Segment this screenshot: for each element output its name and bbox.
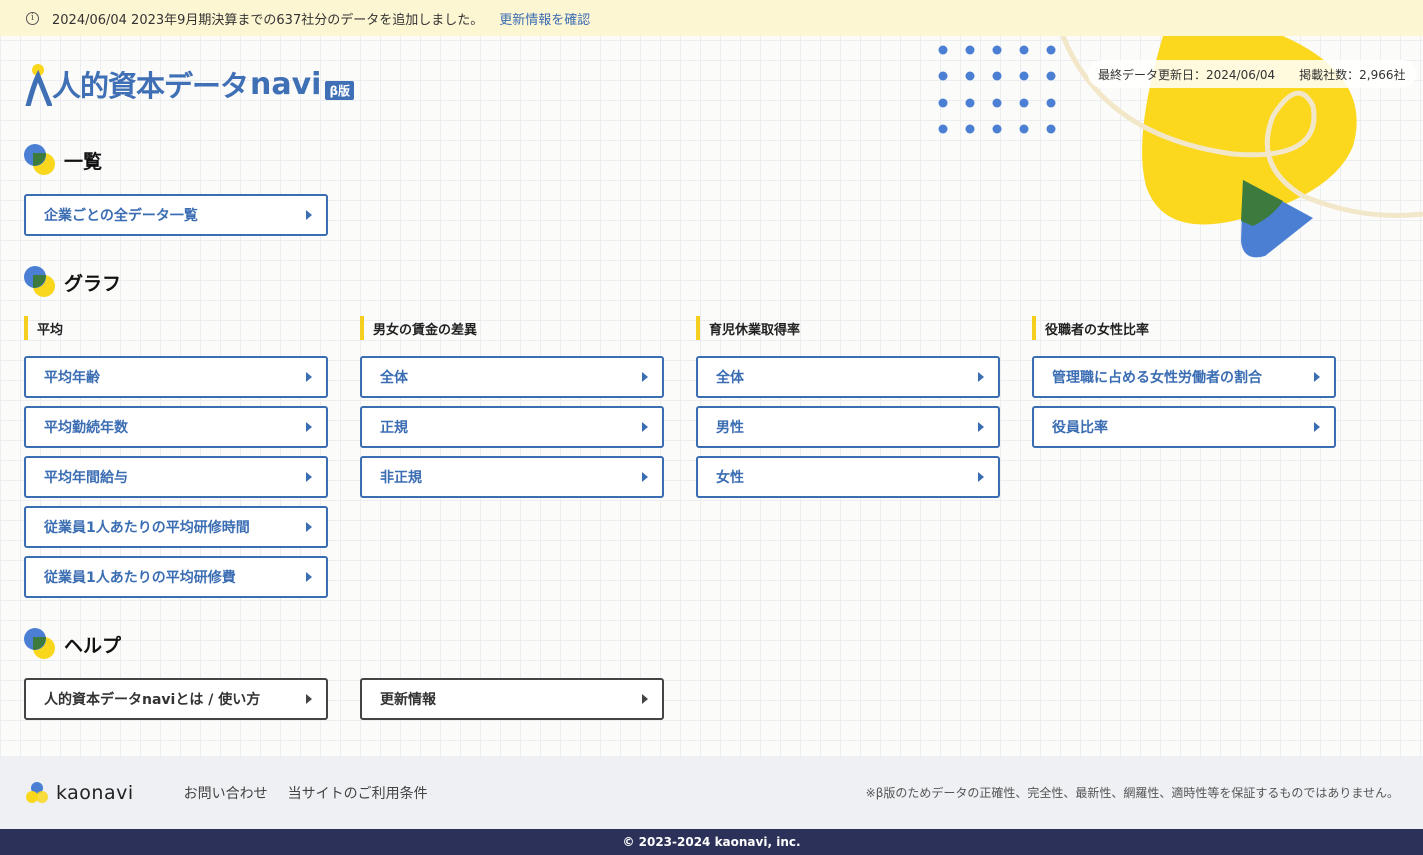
arrow-right-icon xyxy=(306,572,312,582)
arrow-right-icon xyxy=(1314,372,1320,382)
company-count: 掲載社数：2,966社 xyxy=(1299,67,1406,82)
button-label: 人的資本データnaviとは / 使い方 xyxy=(44,692,261,708)
childcare-leave-female-button[interactable]: 女性 xyxy=(696,456,1000,498)
arrow-right-icon xyxy=(642,372,648,382)
arrow-right-icon xyxy=(306,522,312,532)
section-title-help: ヘルプ xyxy=(24,628,121,660)
notice-update-link[interactable]: 更新情報を確認 xyxy=(499,9,590,28)
section-title-list: 一覧 xyxy=(24,144,102,176)
wage-gap-non-regular-button[interactable]: 非正規 xyxy=(360,456,664,498)
column-heading-wage-gap: 男女の賃金の差異 xyxy=(360,316,477,340)
terms-link[interactable]: 当サイトのご利用条件 xyxy=(288,783,428,803)
footer: kaonavi お問い合わせ 当サイトのご利用条件 ※β版のためデータの正確性、… xyxy=(0,756,1423,829)
all-company-data-button[interactable]: 企業ごとの全データ一覧 xyxy=(24,194,328,236)
section-title-graph: グラフ xyxy=(24,266,121,298)
arrow-right-icon xyxy=(978,372,984,382)
logo-navi: navi xyxy=(250,66,322,102)
column-heading-female-managers: 役職者の女性比率 xyxy=(1032,316,1149,340)
button-label: 更新情報 xyxy=(380,692,436,708)
button-label: 従業員1人あたりの平均研修費 xyxy=(44,570,236,586)
section-title-text: 一覧 xyxy=(64,150,103,173)
section-title-text: ヘルプ xyxy=(64,634,122,657)
average-tenure-button[interactable]: 平均勤続年数 xyxy=(24,406,328,448)
section-title-text: グラフ xyxy=(64,272,122,295)
arrow-right-icon xyxy=(306,372,312,382)
about-how-to-button[interactable]: 人的資本データnaviとは / 使い方 xyxy=(24,678,328,720)
button-label: 全体 xyxy=(380,370,408,386)
arrow-right-icon xyxy=(642,694,648,704)
update-status: 最終データ更新日：2024/06/04 掲載社数：2,966社 xyxy=(1088,60,1416,88)
site-logo[interactable]: 人的資本データ navi β版 xyxy=(24,62,355,106)
button-label: 全体 xyxy=(716,370,744,386)
arrow-right-icon xyxy=(978,472,984,482)
section-mark-icon xyxy=(24,628,56,660)
wage-gap-all-button[interactable]: 全体 xyxy=(360,356,664,398)
button-label: 役員比率 xyxy=(1052,420,1108,436)
kaonavi-logo-icon xyxy=(26,781,48,803)
button-label: 正規 xyxy=(380,420,408,436)
training-hours-button[interactable]: 従業員1人あたりの平均研修時間 xyxy=(24,506,328,548)
logo-text: 人的資本データ xyxy=(52,69,249,103)
notice-bar: i 2024/06/04 2023年9月期決算までの637社分のデータを追加しま… xyxy=(0,0,1423,36)
executive-ratio-button[interactable]: 役員比率 xyxy=(1032,406,1336,448)
update-info-button[interactable]: 更新情報 xyxy=(360,678,664,720)
arrow-right-icon xyxy=(306,422,312,432)
section-mark-icon xyxy=(24,144,56,176)
button-label: 非正規 xyxy=(380,470,422,486)
average-age-button[interactable]: 平均年齢 xyxy=(24,356,328,398)
childcare-leave-male-button[interactable]: 男性 xyxy=(696,406,1000,448)
kaonavi-brand-text: kaonavi xyxy=(56,781,134,804)
button-label: 平均年間給与 xyxy=(44,470,128,486)
column-heading-childcare-leave: 育児休業取得率 xyxy=(696,316,800,340)
button-label: 従業員1人あたりの平均研修時間 xyxy=(44,520,250,536)
button-label: 平均年齢 xyxy=(44,370,100,386)
copyright-bar: © 2023-2024 kaonavi, inc. xyxy=(0,829,1423,855)
button-label: 平均勤続年数 xyxy=(44,420,128,436)
arrow-right-icon xyxy=(1314,422,1320,432)
arrow-right-icon xyxy=(978,422,984,432)
dot-grid-decoration xyxy=(938,45,1056,134)
female-managers-ratio-button[interactable]: 管理職に占める女性労働者の割合 xyxy=(1032,356,1336,398)
button-label: 男性 xyxy=(716,420,744,436)
kaonavi-logo[interactable]: kaonavi xyxy=(24,780,134,806)
arrow-right-icon xyxy=(306,210,312,220)
arrow-right-icon xyxy=(306,472,312,482)
childcare-leave-all-button[interactable]: 全体 xyxy=(696,356,1000,398)
arrow-right-icon xyxy=(642,422,648,432)
section-mark-icon xyxy=(24,266,56,298)
disclaimer-text: ※β版のためデータの正確性、完全性、最新性、網羅性、適時性等を保証するものではあ… xyxy=(865,786,1399,800)
beta-badge: β版 xyxy=(325,80,355,100)
column-heading-average: 平均 xyxy=(24,316,63,340)
arrow-right-icon xyxy=(306,694,312,704)
button-label: 女性 xyxy=(716,470,744,486)
average-salary-button[interactable]: 平均年間給与 xyxy=(24,456,328,498)
logo-person-icon xyxy=(25,64,52,106)
wage-gap-regular-button[interactable]: 正規 xyxy=(360,406,664,448)
arrow-right-icon xyxy=(642,472,648,482)
training-cost-button[interactable]: 従業員1人あたりの平均研修費 xyxy=(24,556,328,598)
button-label: 管理職に占める女性労働者の割合 xyxy=(1052,370,1262,386)
notice-message: 2024/06/04 2023年9月期決算までの637社分のデータを追加しました… xyxy=(52,12,484,28)
info-icon: i xyxy=(26,11,39,25)
last-updated: 最終データ更新日：2024/06/04 xyxy=(1098,67,1276,82)
contact-link[interactable]: お問い合わせ xyxy=(184,783,268,803)
button-label: 企業ごとの全データ一覧 xyxy=(44,208,198,224)
